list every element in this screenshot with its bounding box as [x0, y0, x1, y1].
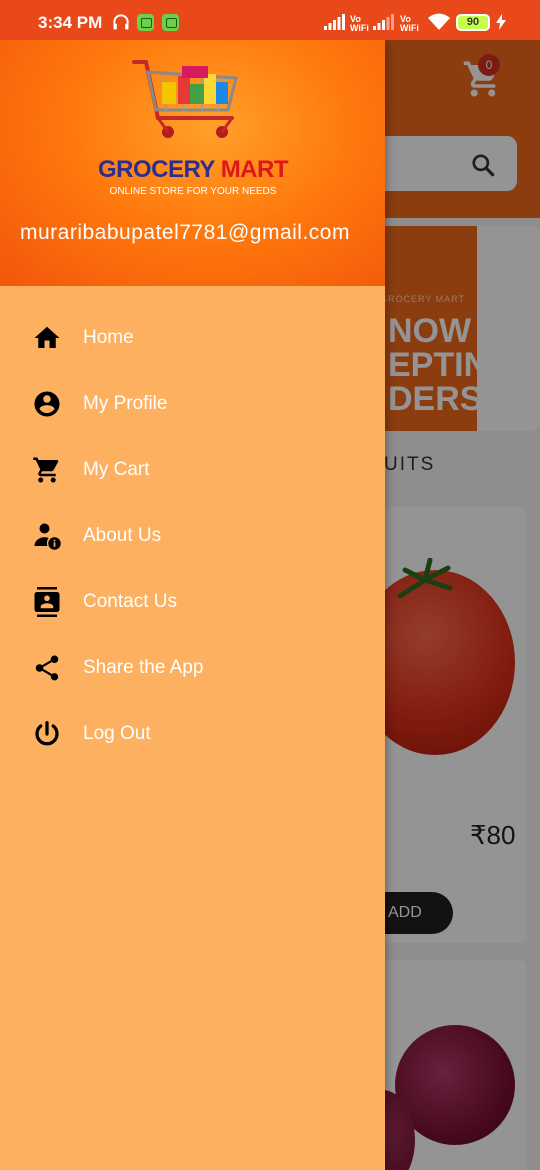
logo-title-part2: MART — [220, 156, 289, 183]
share-icon — [35, 655, 59, 681]
status-bar: 3:34 PM Vo WiFi Vo WiFi 90 — [0, 0, 540, 40]
menu-item-label: About Us — [83, 525, 162, 546]
menu-item-log-out[interactable]: Log Out — [0, 701, 385, 767]
home-icon — [34, 326, 60, 348]
user-email: muraribabupatel7781@gmail.com — [20, 221, 350, 244]
charging-icon — [496, 14, 506, 30]
logo-title: GROCERY MART — [94, 156, 292, 184]
menu-item-label: Home — [83, 327, 134, 348]
wifi-icon — [428, 13, 450, 30]
vowifi-label: Vo WiFi — [400, 14, 419, 33]
status-time: 3:34 PM — [38, 13, 103, 32]
shopping-cart-icon — [33, 457, 59, 483]
account-circle-icon — [34, 391, 60, 417]
vowifi-label: Vo WiFi — [350, 14, 369, 33]
menu-item-label: My Cart — [83, 459, 150, 480]
menu-item-label: Log Out — [83, 723, 151, 744]
notification-app-icon — [162, 14, 179, 31]
menu-item-about-us[interactable]: About Us — [0, 503, 385, 569]
contacts-icon — [34, 587, 60, 617]
menu-item-share-the-app[interactable]: Share the App — [0, 635, 385, 701]
signal-icon — [324, 14, 345, 30]
grocery-mart-logo: GROCERY MART ONLINE STORE FOR YOUR NEEDS — [94, 56, 292, 201]
notification-app-icon — [137, 14, 154, 31]
drawer-header: GROCERY MART ONLINE STORE FOR YOUR NEEDS… — [0, 40, 385, 286]
battery-indicator: 90 — [456, 14, 490, 31]
menu-item-label: Contact Us — [83, 591, 177, 612]
menu-item-home[interactable]: Home — [0, 305, 385, 371]
power-icon — [35, 721, 59, 746]
menu-item-label: My Profile — [83, 393, 168, 414]
menu-item-label: Share the App — [83, 657, 204, 678]
shopping-cart-logo-icon — [132, 60, 238, 138]
headphones-icon — [113, 14, 129, 30]
drawer-menu: Home My Profile My Cart About Us Contact… — [0, 305, 385, 767]
menu-item-my-profile[interactable]: My Profile — [0, 371, 385, 437]
logo-title-part1: GROCERY — [97, 156, 215, 183]
menu-item-contact-us[interactable]: Contact Us — [0, 569, 385, 635]
navigation-drawer: GROCERY MART ONLINE STORE FOR YOUR NEEDS… — [0, 40, 385, 1170]
signal-icon — [373, 14, 394, 30]
person-info-icon — [34, 523, 61, 550]
menu-item-my-cart[interactable]: My Cart — [0, 437, 385, 503]
logo-tagline: ONLINE STORE FOR YOUR NEEDS — [109, 186, 277, 197]
